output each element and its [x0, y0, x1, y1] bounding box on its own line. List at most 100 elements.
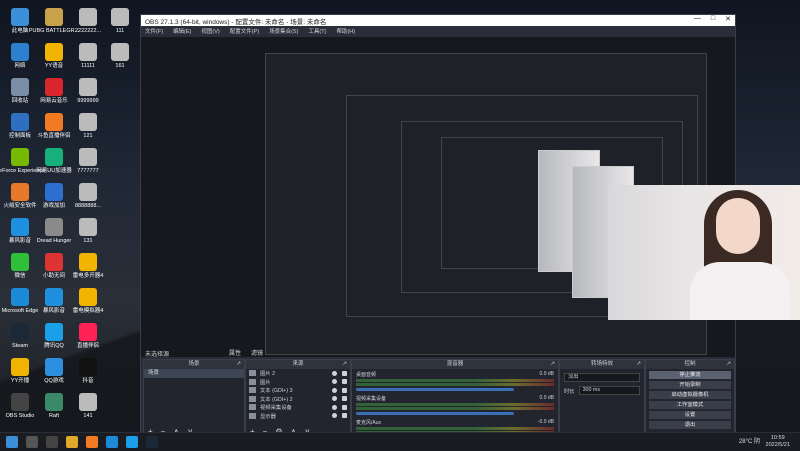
- eye-icon[interactable]: [332, 387, 337, 393]
- app-icon: [11, 253, 29, 271]
- source-label: 视频采集设备: [260, 405, 292, 412]
- eye-icon[interactable]: [332, 404, 337, 410]
- folder-icon[interactable]: [66, 436, 78, 448]
- sources-header: 来源 ↗: [246, 360, 350, 369]
- desktop-icon-label: 网络: [14, 63, 26, 69]
- no-source-label: 未选择源: [145, 352, 170, 358]
- desktop-icon-label: OBS Studio: [5, 413, 35, 419]
- transition-settings: 淡出 时长 300 ms: [560, 369, 644, 399]
- menu-scene-collection[interactable]: 场景集合(S): [269, 27, 298, 35]
- menu-help[interactable]: 帮助(H): [336, 27, 355, 35]
- source-type-icon: [249, 370, 256, 377]
- edge-icon[interactable]: [106, 436, 118, 448]
- desktop-icon-label: 2222222...: [75, 28, 101, 34]
- minimize-button[interactable]: —: [694, 15, 701, 23]
- volume-meter: [356, 379, 554, 382]
- source-type-icon: [249, 387, 256, 394]
- desktop-icon-label: YY语音: [44, 63, 64, 69]
- volume-slider[interactable]: [356, 388, 515, 391]
- menu-edit[interactable]: 编辑(E): [173, 27, 191, 35]
- eye-icon[interactable]: [332, 396, 337, 402]
- duration-input[interactable]: 300 ms: [578, 386, 640, 395]
- source-toolbar: 属性 滤镜: [229, 348, 263, 357]
- desktop-icon-label: 雷电模拟器4: [72, 308, 104, 314]
- maximize-button[interactable]: □: [711, 15, 715, 23]
- settings-button[interactable]: 设置: [649, 411, 731, 419]
- lock-icon[interactable]: [342, 387, 347, 393]
- transitions-dock: 转场特效 ↗ 淡出 时长 300 ms: [559, 359, 645, 437]
- menu-view[interactable]: 视图(V): [201, 27, 219, 35]
- desktop-icon-label: 此电脑: [11, 28, 29, 34]
- source-item[interactable]: 视频采集设备: [246, 403, 350, 412]
- source-label: 图片 2: [260, 371, 276, 378]
- cortana-icon[interactable]: [26, 436, 38, 448]
- desktop-icon-label: 控制面板: [8, 133, 31, 139]
- volume-slider[interactable]: [356, 412, 515, 415]
- menu-tools[interactable]: 工具(T): [308, 27, 326, 35]
- system-clock[interactable]: 10:59 2022/5/21: [766, 435, 790, 449]
- filters-button[interactable]: 滤镜: [251, 348, 263, 357]
- channel-name: 桌面音频: [356, 372, 377, 378]
- app-icon: [45, 218, 63, 236]
- source-item[interactable]: 文本 (GDI+) 2: [246, 395, 350, 404]
- eye-icon[interactable]: [332, 379, 337, 385]
- app-icon: [79, 253, 97, 271]
- mixer-list: 桌面音频 0.0 dB 视频采集设备 0.0 dB 麦克风/Aux -0.0 dB: [352, 369, 558, 441]
- steam-icon[interactable]: [146, 436, 158, 448]
- desktop-icon-label: 小助无间: [42, 273, 65, 279]
- stop-streaming-button[interactable]: 停止推流: [649, 371, 731, 379]
- start-recording-button[interactable]: 开始录制: [649, 381, 731, 389]
- mixer-channel: 桌面音频 0.0 dB: [352, 369, 558, 393]
- eye-icon[interactable]: [332, 413, 337, 419]
- menu-file[interactable]: 文件(F): [145, 27, 163, 35]
- app-icon: [11, 358, 29, 376]
- weather-indicator[interactable]: 28°C 阴: [739, 436, 760, 445]
- windows-start-icon[interactable]: [6, 436, 18, 448]
- studio-mode-button[interactable]: 工作室模式: [649, 401, 731, 409]
- properties-button[interactable]: 属性: [229, 348, 241, 357]
- douyu-icon[interactable]: [86, 436, 98, 448]
- lock-icon[interactable]: [342, 413, 347, 419]
- desktop-icon-label: 回收站: [11, 98, 29, 104]
- source-type-icon: [249, 404, 256, 411]
- source-item[interactable]: 图片: [246, 378, 350, 387]
- scenes-dock: 场景 ↗ 场景 + − ∧ ∨: [143, 359, 245, 437]
- sources-dock: 来源 ↗ 图片 2 图片 文本 (GDI+) 3 文本 (GDI+) 2 视频采集设备 显示…: [245, 359, 351, 437]
- source-item[interactable]: 显示器: [246, 412, 350, 421]
- desktop-icon-label: 9999999: [77, 98, 99, 104]
- app-icon: [45, 43, 63, 61]
- desktop-icon-label: 8888888...: [75, 203, 101, 209]
- menu-profile[interactable]: 配置文件(P): [230, 27, 259, 35]
- source-item[interactable]: 图片 2: [246, 369, 350, 378]
- channel-db: 0.0 dB: [539, 371, 554, 377]
- desktop-icon-label: Raft: [48, 413, 60, 419]
- desktop-icon[interactable]: 141: [68, 389, 108, 432]
- app-icon: [79, 8, 97, 26]
- lock-icon[interactable]: [342, 396, 347, 402]
- channel-name: 麦克风/Aux: [356, 420, 382, 426]
- app-icon: [11, 148, 29, 166]
- eye-icon[interactable]: [332, 370, 337, 376]
- virtual-camera-button[interactable]: 启动虚拟摄像机: [649, 391, 731, 399]
- desktop-icon-label: 直播伴侣: [76, 343, 99, 349]
- exit-button[interactable]: 退出: [649, 421, 731, 429]
- app-icon: [11, 393, 29, 411]
- desktop-icon-label: 网易云音乐: [40, 98, 68, 104]
- close-button[interactable]: ✕: [725, 15, 731, 23]
- desktop-icon-label: 暴风影音: [8, 238, 31, 244]
- obs-title: OBS 27.1.3 (64-bit, windows) - 配置文件: 未命名…: [145, 18, 327, 26]
- app-icon: [11, 113, 29, 131]
- transition-type-select[interactable]: 淡出: [564, 373, 640, 382]
- lock-icon[interactable]: [342, 404, 347, 410]
- source-item[interactable]: 文本 (GDI+) 3: [246, 386, 350, 395]
- obs-titlebar[interactable]: OBS 27.1.3 (64-bit, windows) - 配置文件: 未命名…: [141, 15, 735, 26]
- qq-icon[interactable]: [126, 436, 138, 448]
- lock-icon[interactable]: [342, 370, 347, 376]
- app-icon: [11, 323, 29, 341]
- lock-icon[interactable]: [342, 379, 347, 385]
- app-icon: [11, 43, 29, 61]
- app-icon: [79, 288, 97, 306]
- obs-taskbar-icon[interactable]: [46, 436, 58, 448]
- desktop-icon[interactable]: 161: [100, 39, 140, 85]
- scene-item[interactable]: 场景: [144, 369, 244, 378]
